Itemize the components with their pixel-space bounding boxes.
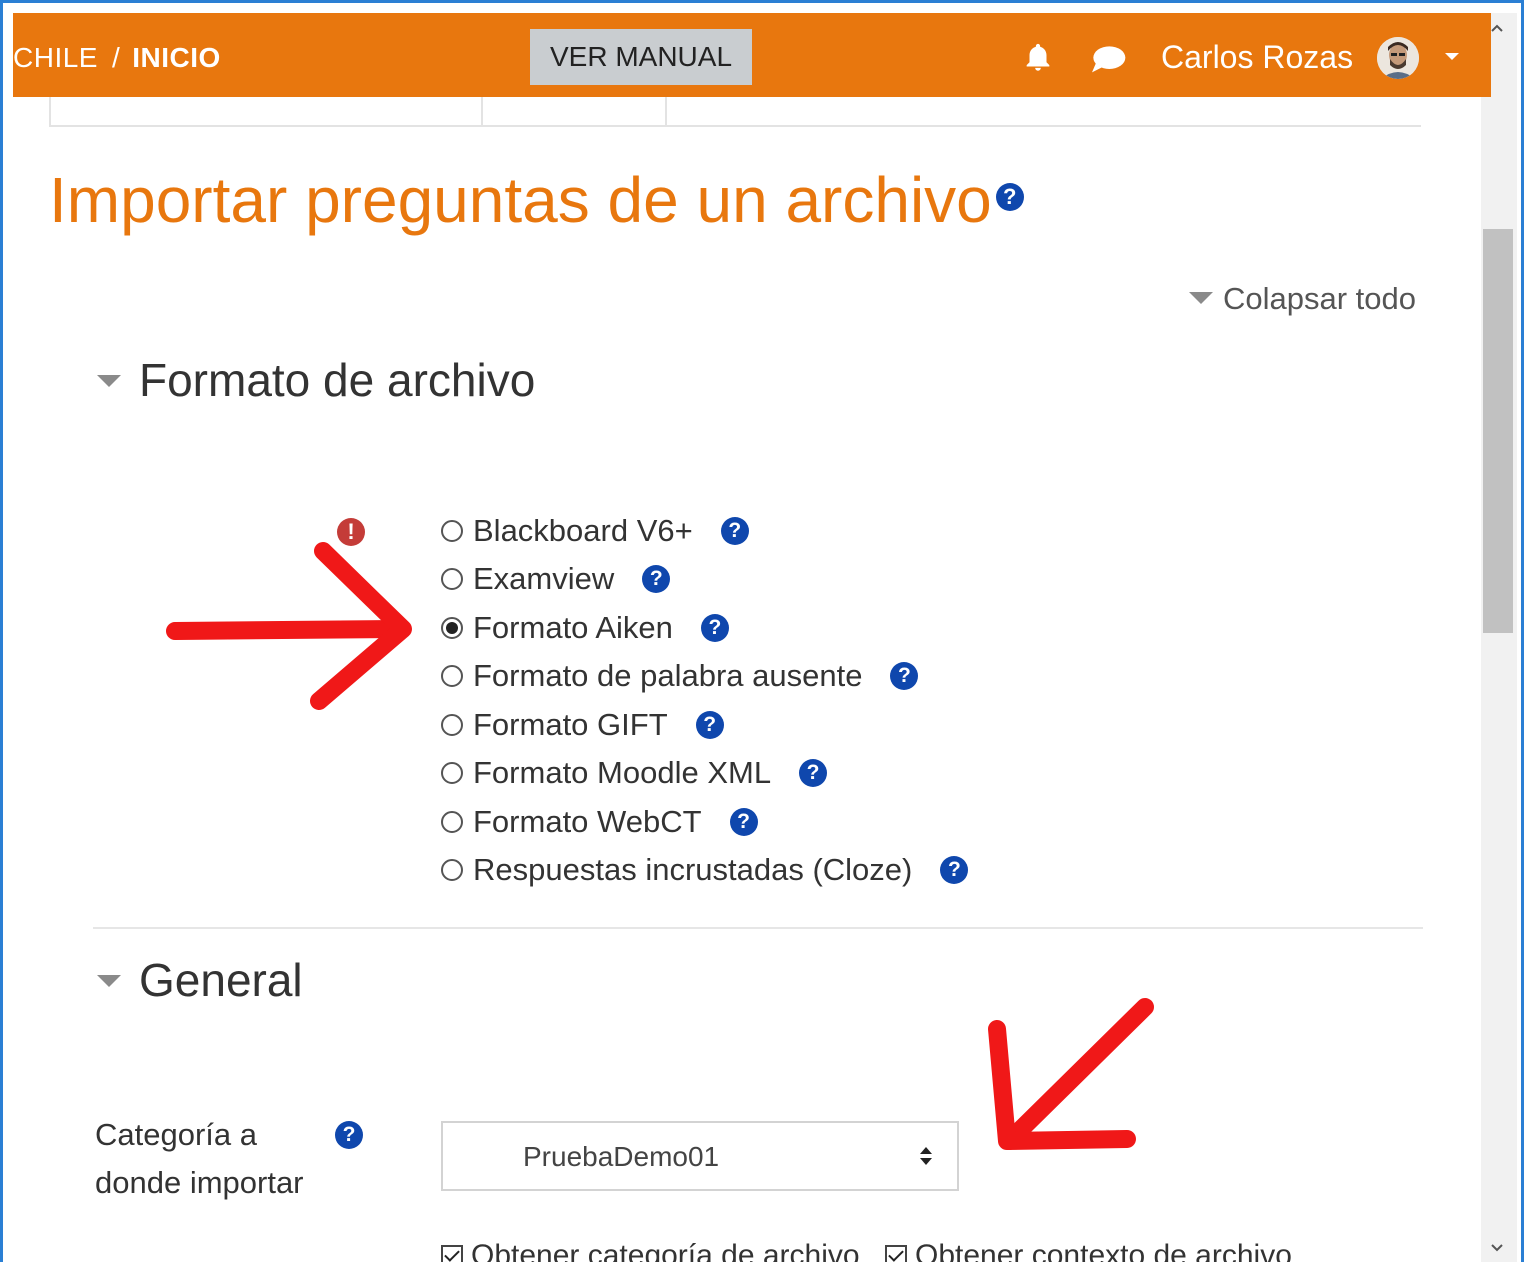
tab-border: [665, 97, 667, 127]
help-icon[interactable]: ?: [940, 856, 969, 884]
ver-manual-button[interactable]: VER MANUAL: [530, 29, 752, 85]
radio-label: Blackboard V6+: [473, 513, 693, 548]
page-title-text: Importar preguntas de un archivo: [49, 164, 992, 236]
radio-button[interactable]: [441, 811, 463, 833]
collapse-all-link[interactable]: Colapsar todo: [1189, 281, 1416, 317]
category-label-line1: Categoría a: [95, 1117, 257, 1152]
checkbox-category-from-file[interactable]: Obtener categoría de archivo: [441, 1239, 860, 1262]
annotation-arrow-right-icon: [166, 542, 412, 710]
checkbox-context-from-file[interactable]: Obtener contexto de archivo: [885, 1239, 1292, 1262]
radio-button[interactable]: [441, 568, 463, 590]
breadcrumb-site[interactable]: CHILE: [13, 42, 98, 73]
radio-option-aiken[interactable]: Formato Aiken ?: [441, 608, 729, 648]
checkbox[interactable]: [441, 1245, 463, 1262]
tab-border: [481, 97, 483, 127]
radio-label: Formato de palabra ausente: [473, 658, 863, 693]
help-icon[interactable]: ?: [995, 183, 1024, 212]
top-navbar: CHILE / INICIO VER MANUAL Carlos Rozas: [13, 13, 1491, 97]
annotation-arrow-down-left-icon: [988, 998, 1154, 1150]
radio-option-blackboard[interactable]: Blackboard V6+ ?: [441, 511, 749, 551]
collapse-all-label: Colapsar todo: [1223, 281, 1417, 316]
browser-frame: CHILE / INICIO VER MANUAL Carlos Rozas I…: [0, 0, 1524, 1262]
radio-button[interactable]: [441, 714, 463, 736]
triangle-down-icon: [97, 974, 121, 987]
help-icon[interactable]: ?: [890, 662, 919, 690]
radio-button[interactable]: [441, 859, 463, 881]
page-content: CHILE / INICIO VER MANUAL Carlos Rozas I…: [13, 13, 1491, 1262]
help-icon[interactable]: ?: [799, 759, 828, 787]
tab-border: [49, 97, 51, 127]
breadcrumb-home[interactable]: INICIO: [132, 42, 221, 73]
category-select-value: PruebaDemo01: [523, 1141, 720, 1172]
caret-down-icon[interactable]: [1445, 53, 1459, 60]
radio-label: Formato Moodle XML: [473, 755, 772, 790]
help-icon[interactable]: ?: [700, 614, 729, 642]
chevron-down-icon[interactable]: [1491, 1241, 1503, 1253]
section-file-format-title: Formato de archivo: [139, 354, 536, 406]
radio-option-gift[interactable]: Formato GIFT ?: [441, 705, 724, 745]
radio-button[interactable]: [441, 665, 463, 687]
page-title: Importar preguntas de un archivo?: [49, 163, 1024, 237]
radio-option-examview[interactable]: Examview ?: [441, 559, 671, 599]
radio-label: Examview: [473, 561, 615, 596]
radio-option-missingword[interactable]: Formato de palabra ausente ?: [441, 656, 919, 696]
vertical-scrollbar[interactable]: [1481, 13, 1517, 1262]
chevron-up-icon[interactable]: [1491, 23, 1503, 35]
radio-option-cloze[interactable]: Respuestas incrustadas (Cloze) ?: [441, 850, 969, 890]
required-alert-icon: !: [337, 518, 365, 546]
breadcrumb-separator: /: [111, 42, 121, 73]
help-icon[interactable]: ?: [720, 517, 749, 545]
breadcrumb: CHILE / INICIO: [13, 42, 221, 74]
radio-button[interactable]: [441, 520, 463, 542]
select-arrows-icon: [919, 1145, 933, 1172]
tabs-baseline: [49, 125, 1421, 127]
help-icon[interactable]: ?: [729, 808, 758, 836]
radio-option-moodlexml[interactable]: Formato Moodle XML ?: [441, 753, 828, 793]
triangle-down-icon: [1189, 291, 1213, 304]
section-file-format-toggle[interactable]: Formato de archivo: [97, 353, 535, 407]
triangle-down-icon: [97, 374, 121, 387]
radio-label: Formato WebCT: [473, 804, 702, 839]
checkbox-label: Obtener contexto de archivo: [915, 1239, 1292, 1262]
radio-button[interactable]: [441, 762, 463, 784]
chat-bubble-icon[interactable]: [1089, 43, 1127, 80]
section-divider: [93, 927, 1423, 929]
checkbox[interactable]: [885, 1245, 907, 1262]
help-icon[interactable]: ?: [335, 1121, 363, 1149]
help-icon[interactable]: ?: [695, 711, 724, 739]
user-avatar[interactable]: [1377, 37, 1419, 79]
radio-label: Formato Aiken: [473, 610, 673, 645]
section-general-title: General: [139, 954, 303, 1006]
help-icon[interactable]: ?: [642, 565, 671, 593]
bell-icon[interactable]: [1021, 41, 1055, 80]
checkbox-label: Obtener categoría de archivo: [471, 1239, 860, 1262]
radio-button-selected[interactable]: [441, 617, 463, 639]
category-label: Categoría a donde importar: [95, 1111, 304, 1207]
radio-label: Formato GIFT: [473, 707, 668, 742]
category-select[interactable]: PruebaDemo01: [441, 1121, 959, 1191]
radio-label: Respuestas incrustadas (Cloze): [473, 852, 913, 887]
user-name[interactable]: Carlos Rozas: [1161, 39, 1353, 76]
section-general-toggle[interactable]: General: [97, 953, 303, 1007]
radio-option-webct[interactable]: Formato WebCT ?: [441, 802, 758, 842]
category-label-line2: donde importar: [95, 1165, 304, 1200]
scrollbar-thumb[interactable]: [1483, 229, 1513, 633]
